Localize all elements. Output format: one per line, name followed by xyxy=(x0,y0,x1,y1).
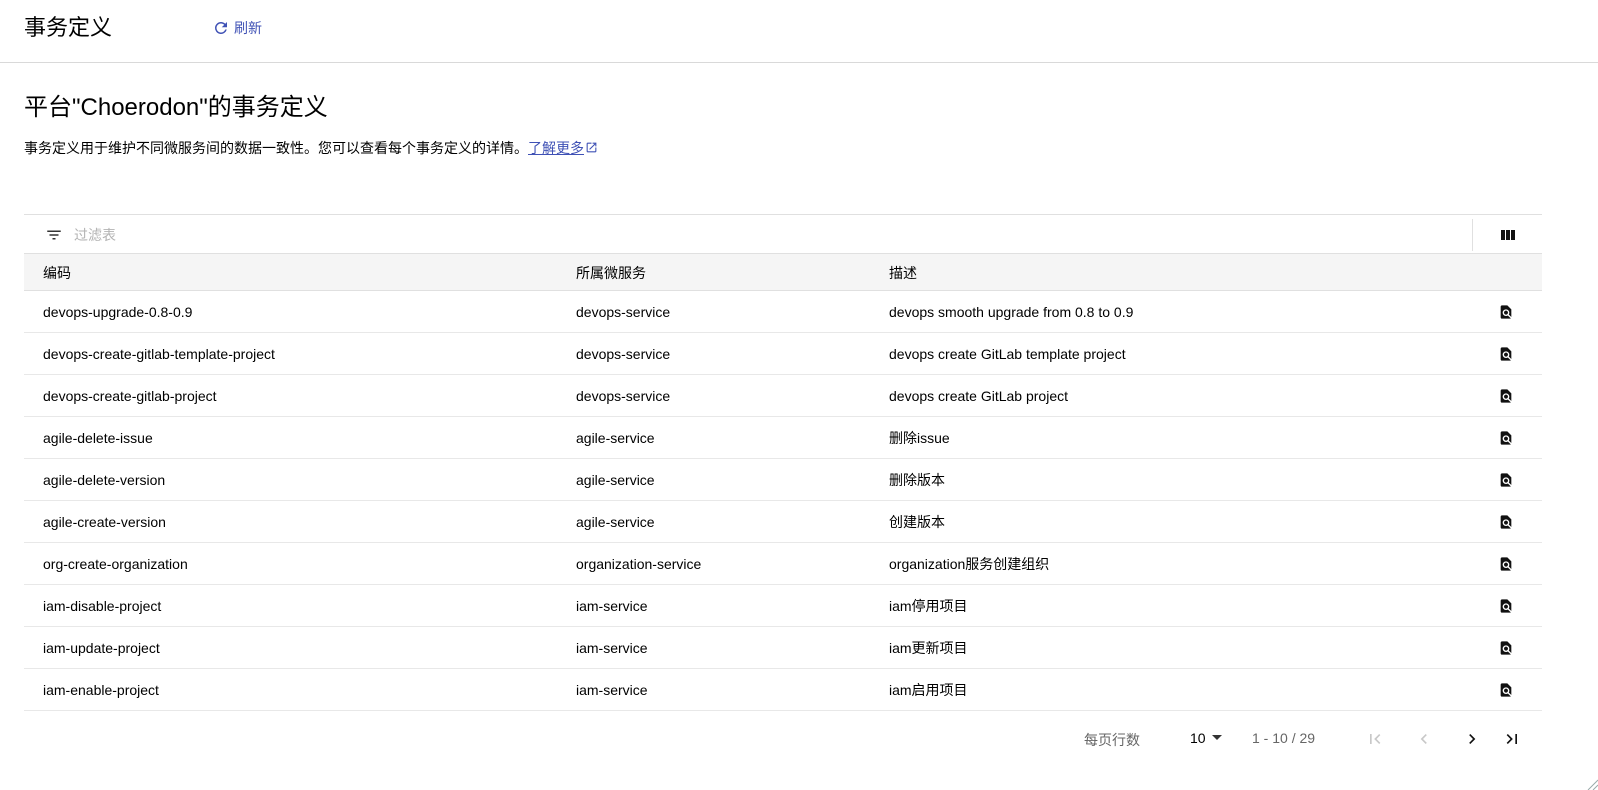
table-row: iam-update-project iam-service iam更新项目 xyxy=(24,627,1542,669)
cell-service: iam-service xyxy=(576,682,648,698)
cell-description: 删除版本 xyxy=(889,472,945,488)
cell-service: iam-service xyxy=(576,598,648,614)
find-in-page-icon[interactable] xyxy=(1498,681,1514,699)
refresh-label: 刷新 xyxy=(234,20,262,36)
find-in-page-icon[interactable] xyxy=(1498,345,1514,363)
pagination: 每页行数 10 1 - 10 / 29 xyxy=(0,720,1598,760)
page-description: 事务定义用于维护不同微服务间的数据一致性。您可以查看每个事务定义的详情。了解更多 xyxy=(24,136,654,161)
cell-service: organization-service xyxy=(576,556,702,572)
page-range: 1 - 10 / 29 xyxy=(1252,730,1316,746)
chevron-right-icon[interactable] xyxy=(1462,729,1482,749)
cell-code: agile-delete-version xyxy=(43,472,166,488)
cell-service: devops-service xyxy=(576,346,671,362)
page-header: 事务定义 刷新 xyxy=(0,0,1598,63)
refresh-button[interactable]: 刷新 xyxy=(212,16,262,40)
cell-service: agile-service xyxy=(576,514,655,530)
rows-per-page-label: 每页行数 xyxy=(1084,732,1140,748)
table-row: devops-create-gitlab-template-project dev… xyxy=(24,333,1542,375)
learn-more-link[interactable]: 了解更多 xyxy=(528,140,598,156)
description-text: 事务定义用于维护不同微服务间的数据一致性。您可以查看每个事务定义的详情。 xyxy=(24,140,528,156)
cell-service: devops-service xyxy=(576,388,671,404)
find-in-page-icon[interactable] xyxy=(1498,387,1514,405)
resize-corner-icon xyxy=(1587,779,1598,790)
table-row: agile-delete-version agile-service 删除版本 xyxy=(24,459,1542,501)
rows-per-page-value: 10 xyxy=(1190,730,1206,746)
external-link-icon xyxy=(586,142,597,153)
cell-description: iam停用项目 xyxy=(889,598,968,614)
cell-code: org-create-organization xyxy=(43,556,188,572)
cell-code: devops-create-gitlab-project xyxy=(43,388,217,404)
find-in-page-icon[interactable] xyxy=(1498,639,1514,657)
table-body: devops-upgrade-0.8-0.9 devops-service devo… xyxy=(24,291,1542,711)
column-header-service[interactable]: 所属微服务 xyxy=(576,264,646,282)
cell-code: devops-upgrade-0.8-0.9 xyxy=(43,304,193,320)
find-in-page-icon[interactable] xyxy=(1498,471,1514,489)
learn-more-label: 了解更多 xyxy=(528,140,584,156)
table-row: iam-enable-project iam-service iam启用项目 xyxy=(24,669,1542,711)
table-row: org-create-organization organization-serv… xyxy=(24,543,1542,585)
cell-description: devops smooth upgrade from 0.8 to 0.9 xyxy=(889,304,1134,320)
filter-divider xyxy=(1472,219,1473,251)
cell-description: organization服务创建组织 xyxy=(889,556,1050,572)
cell-description: devops create GitLab template project xyxy=(889,346,1126,362)
cell-code: iam-update-project xyxy=(43,640,160,656)
cell-description: 创建版本 xyxy=(889,514,945,530)
cell-code: devops-create-gitlab-template-project xyxy=(43,346,275,362)
find-in-page-icon[interactable] xyxy=(1498,555,1514,573)
cell-code: agile-create-version xyxy=(43,514,166,530)
table-row: devops-create-gitlab-project devops-servi… xyxy=(24,375,1542,417)
filter-bar xyxy=(24,214,1542,254)
cell-description: 删除issue xyxy=(889,430,950,446)
chevron-left-icon[interactable] xyxy=(1414,729,1434,749)
dropdown-arrow-icon xyxy=(1211,735,1222,740)
find-in-page-icon[interactable] xyxy=(1498,303,1514,321)
cell-code: iam-enable-project xyxy=(43,682,159,698)
find-in-page-icon[interactable] xyxy=(1498,597,1514,615)
columns-icon[interactable] xyxy=(1500,228,1516,242)
column-header-code[interactable]: 编码 xyxy=(43,264,71,282)
refresh-icon xyxy=(214,21,227,34)
cell-service: iam-service xyxy=(576,640,648,656)
table-row: devops-upgrade-0.8-0.9 devops-service devo… xyxy=(24,291,1542,333)
cell-service: agile-service xyxy=(576,430,655,446)
cell-code: iam-disable-project xyxy=(43,598,162,614)
table-header: 编码 所属微服务 描述 xyxy=(24,254,1542,291)
find-in-page-icon[interactable] xyxy=(1498,513,1514,531)
filter-input[interactable] xyxy=(72,223,676,247)
cell-description: iam启用项目 xyxy=(889,682,968,698)
last-page-icon[interactable] xyxy=(1502,729,1522,749)
cell-service: devops-service xyxy=(576,304,671,320)
cell-description: iam更新项目 xyxy=(889,640,968,656)
page-title: 平台"Choerodon"的事务定义 xyxy=(24,94,328,121)
table-row: iam-disable-project iam-service iam停用项目 xyxy=(24,585,1542,627)
cell-code: agile-delete-issue xyxy=(43,430,153,446)
column-header-description[interactable]: 描述 xyxy=(889,264,917,282)
table-row: agile-create-version agile-service 创建版本 xyxy=(24,501,1542,543)
table-row: agile-delete-issue agile-service 删除issue xyxy=(24,417,1542,459)
cell-description: devops create GitLab project xyxy=(889,388,1068,404)
find-in-page-icon[interactable] xyxy=(1498,429,1514,447)
transactions-table: 编码 所属微服务 描述 devops-upgrade-0.8-0.9devops… xyxy=(24,214,1542,711)
rows-per-page-select[interactable]: 10 xyxy=(1190,730,1222,746)
cell-service: agile-service xyxy=(576,472,655,488)
header-title: 事务定义 xyxy=(24,15,113,40)
first-page-icon[interactable] xyxy=(1365,729,1385,749)
filter-icon xyxy=(47,230,61,240)
